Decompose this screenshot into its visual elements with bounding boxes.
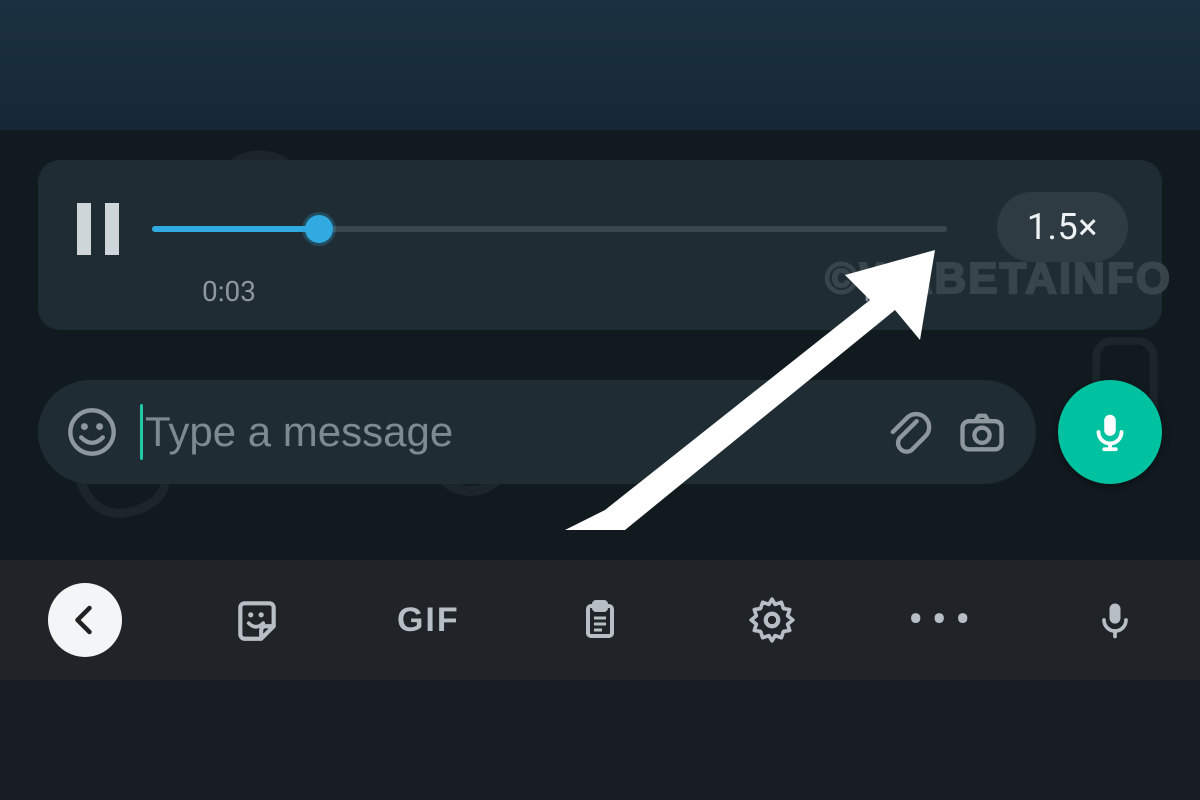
scrubber-thumb[interactable] — [305, 215, 333, 243]
attachment-icon[interactable] — [882, 406, 934, 458]
sticker-icon — [232, 595, 282, 645]
text-cursor — [140, 404, 143, 460]
camera-icon[interactable] — [956, 406, 1008, 458]
voice-message-bubble: 1.5× 0:03 18:36 — [38, 160, 1162, 330]
sticker-button[interactable] — [220, 583, 294, 657]
playback-speed-button[interactable]: 1.5× — [997, 192, 1128, 262]
keyboard-mic-button[interactable] — [1078, 583, 1152, 657]
microphone-icon — [1087, 409, 1133, 455]
bottom-area — [0, 680, 1200, 800]
message-composer — [38, 380, 1162, 484]
chevron-left-icon — [67, 602, 103, 638]
voice-record-button[interactable] — [1058, 380, 1162, 484]
settings-button[interactable] — [735, 583, 809, 657]
message-input[interactable] — [145, 408, 860, 456]
dots-icon: ••• — [908, 609, 979, 632]
clipboard-button[interactable] — [563, 583, 637, 657]
gear-icon — [747, 595, 797, 645]
pause-button[interactable] — [72, 203, 124, 255]
audio-scrubber[interactable] — [152, 214, 947, 244]
emoji-icon[interactable] — [66, 406, 118, 458]
clipboard-icon — [576, 596, 624, 644]
keyboard-back-button[interactable] — [48, 583, 122, 657]
keyboard-toolbar: GIF ••• — [0, 560, 1200, 680]
more-button[interactable]: ••• — [906, 583, 980, 657]
watermark-text: ©WABETAINFO — [825, 254, 1172, 304]
elapsed-time: 0:03 — [202, 275, 256, 308]
microphone-icon — [1093, 598, 1137, 642]
gif-button[interactable]: GIF — [391, 583, 465, 657]
text-input-container[interactable] — [38, 380, 1036, 484]
